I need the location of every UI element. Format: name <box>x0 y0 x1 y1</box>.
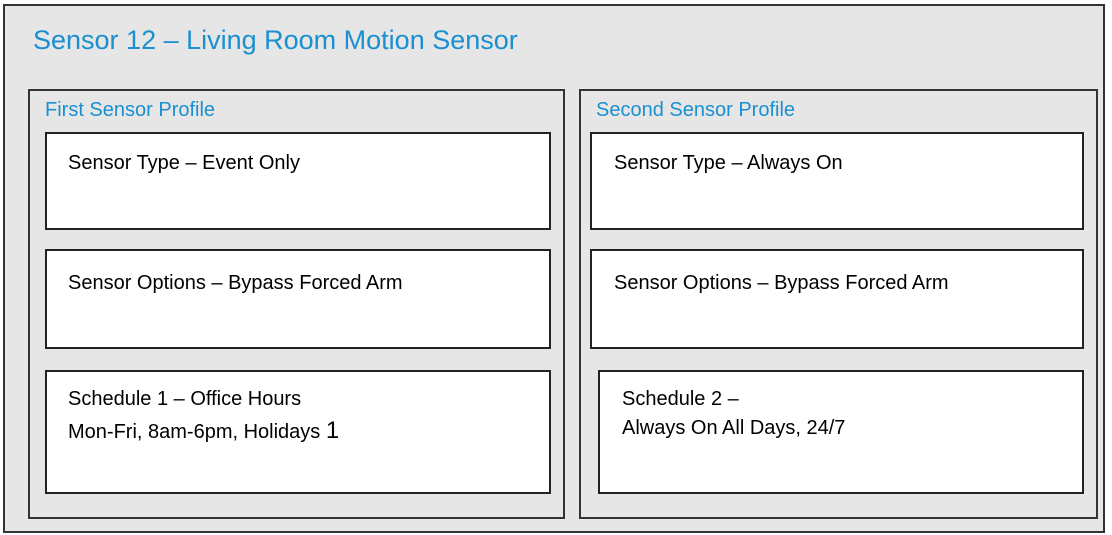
first-schedule-card: Schedule 1 – Office Hours Mon-Fri, 8am-6… <box>45 370 551 494</box>
first-schedule-line2-text: Mon-Fri, 8am-6pm, Holidays <box>68 421 326 443</box>
first-schedule-line1: Schedule 1 – Office Hours <box>68 388 302 410</box>
first-schedule-line2: Mon-Fri, 8am-6pm, Holidays 1 <box>68 415 339 447</box>
second-schedule-card: Schedule 2 – Always On All Days, 24/7 <box>598 370 1084 494</box>
first-sensor-type-card: Sensor Type – Event Only <box>45 132 551 230</box>
first-sensor-type-text: Sensor Type – Event Only <box>68 152 300 174</box>
first-sensor-profile-panel: First Sensor Profile Sensor Type – Event… <box>28 89 565 519</box>
second-profile-heading: Second Sensor Profile <box>596 99 796 121</box>
first-sensor-options-card: Sensor Options – Bypass Forced Arm <box>45 249 551 349</box>
first-profile-heading: First Sensor Profile <box>45 99 216 121</box>
second-sensor-profile-panel: Second Sensor Profile Sensor Type – Alwa… <box>579 89 1098 519</box>
second-schedule-line2: Always On All Days, 24/7 <box>622 417 846 439</box>
second-sensor-type-card: Sensor Type – Always On <box>590 132 1084 230</box>
sensor-title: Sensor 12 – Living Room Motion Sensor <box>33 25 518 55</box>
first-schedule-line2-suffix: 1 <box>325 417 340 444</box>
second-sensor-type-text: Sensor Type – Always On <box>614 152 843 174</box>
second-sensor-options-text: Sensor Options – Bypass Forced Arm <box>614 272 949 294</box>
second-sensor-options-card: Sensor Options – Bypass Forced Arm <box>590 249 1084 349</box>
first-sensor-options-text: Sensor Options – Bypass Forced Arm <box>68 272 403 294</box>
sensor-container: Sensor 12 – Living Room Motion Sensor Fi… <box>3 4 1105 533</box>
second-schedule-line1: Schedule 2 – <box>622 388 739 410</box>
